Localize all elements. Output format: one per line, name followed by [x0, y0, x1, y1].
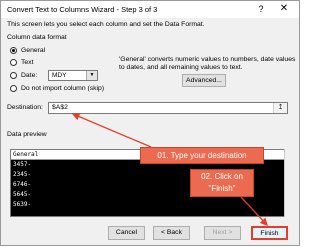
intro-text: This screen lets you select each column …	[7, 21, 205, 28]
date-format-select[interactable]: MDY ▼	[48, 70, 98, 81]
radio-date[interactable]: Date:	[10, 71, 37, 80]
radio-text-button[interactable]	[10, 59, 17, 66]
cancel-button[interactable]: Cancel	[108, 226, 145, 240]
help-icon[interactable]: ?	[252, 2, 270, 16]
callout-destination: 01. Type your destination	[140, 147, 264, 164]
callout-finish-line2: "Finish"	[208, 184, 236, 193]
back-button[interactable]: < Back	[153, 226, 190, 240]
radio-general-button[interactable]	[10, 47, 17, 54]
radio-text-label: Text	[21, 59, 34, 66]
radio-general[interactable]: General	[10, 46, 45, 55]
radio-date-label: Date:	[21, 72, 38, 79]
convert-text-dialog: Convert Text to Columns Wizard - Step 3 …	[0, 0, 300, 246]
callout-finish: 02. Click on "Finish"	[190, 169, 254, 197]
close-icon[interactable]: ✕	[275, 2, 293, 16]
range-select-icon[interactable]: ↥	[273, 103, 287, 113]
format-description: 'General' converts numeric values to num…	[119, 56, 296, 71]
preview-vertical-scrollbar[interactable]	[284, 149, 294, 217]
radio-general-label: General	[21, 47, 46, 54]
radio-date-button[interactable]	[10, 72, 17, 79]
title-bar: Convert Text to Columns Wizard - Step 3 …	[1, 1, 299, 18]
preview-row: 5639-	[13, 201, 32, 208]
next-button[interactable]: Next >	[204, 226, 241, 240]
callout-finish-line1: 02. Click on	[201, 172, 243, 181]
finish-button[interactable]: Finish	[251, 226, 288, 240]
preview-label: Data preview	[7, 131, 47, 138]
destination-input[interactable]: $A$2	[48, 102, 288, 114]
radio-skip[interactable]: Do not import column (skip)	[10, 84, 104, 93]
radio-text[interactable]: Text	[10, 58, 33, 67]
chevron-down-icon[interactable]: ▼	[86, 71, 97, 80]
arrow-to-destination	[71, 112, 152, 148]
date-format-value: MDY	[52, 72, 67, 79]
window-title: Convert Text to Columns Wizard - Step 3 …	[7, 5, 158, 14]
radio-skip-button[interactable]	[10, 85, 17, 92]
advanced-button[interactable]: Advanced...	[182, 74, 226, 87]
radio-skip-label: Do not import column (skip)	[21, 85, 105, 92]
column-format-label: Column data format	[7, 34, 67, 41]
preview-horizontal-scrollbar[interactable]	[10, 217, 284, 223]
destination-label: Destination:	[7, 104, 43, 111]
